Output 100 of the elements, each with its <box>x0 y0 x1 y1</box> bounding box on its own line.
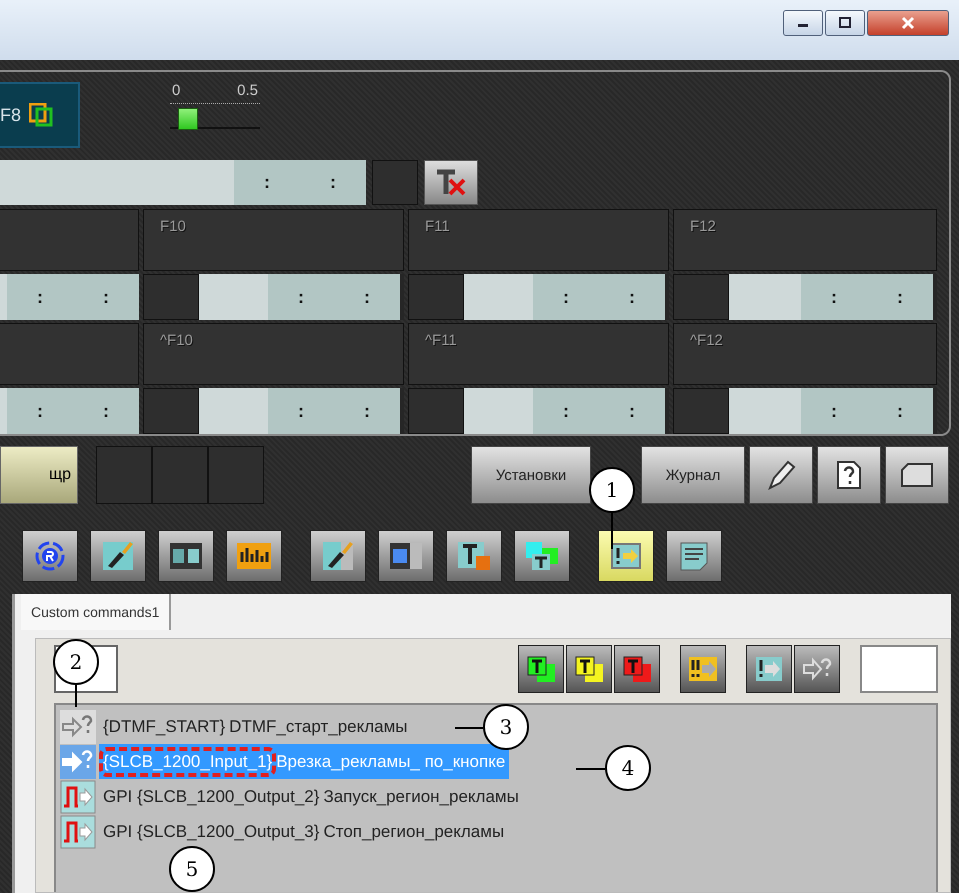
command-name: Запуск_регион_рекламы <box>323 787 519 807</box>
text-delete-icon <box>434 168 468 198</box>
hotkey-cell[interactable]: ^F12 <box>673 323 937 385</box>
indicator-square <box>673 388 729 434</box>
toolbar-button[interactable]: Журнал <box>641 446 745 504</box>
timecode-separator: : <box>37 286 43 308</box>
hotkey-cell[interactable]: ^F10 <box>143 323 404 385</box>
toolbar-button[interactable] <box>226 530 282 582</box>
loop-icon <box>29 103 54 127</box>
pen-icon <box>766 460 796 490</box>
folder-icon <box>900 462 934 488</box>
hotkey-cell[interactable]: F11 <box>408 209 669 271</box>
minimize-button[interactable] <box>783 10 823 36</box>
hotkey-cell[interactable] <box>0 209 139 271</box>
brush-icon <box>320 540 356 572</box>
help-document-icon <box>836 460 862 490</box>
command-code: {DTMF_START} <box>102 716 226 738</box>
indicator-square <box>408 388 464 434</box>
indicator-square <box>673 274 729 320</box>
timecode-separator: : <box>629 400 635 422</box>
hotkey-panel[interactable]: F8 <box>0 82 80 148</box>
timecode-separator: : <box>364 286 370 308</box>
timecode-separator: : <box>37 400 43 422</box>
toolbar-button[interactable] <box>514 530 570 582</box>
maximize-icon <box>838 17 852 29</box>
timecode-separator: : <box>103 400 109 422</box>
tab[interactable]: Custom commands1 <box>21 594 172 630</box>
indicator-square <box>143 388 199 434</box>
command-code: GPI {SLCB_1200_Output_3} <box>102 821 320 843</box>
toolbar-button[interactable]: Установки <box>471 446 591 504</box>
toolbar-button[interactable] <box>158 530 214 582</box>
slider-thumb[interactable] <box>178 108 198 130</box>
command-button[interactable] <box>518 645 564 693</box>
close-icon <box>901 16 915 30</box>
timecode-separator: : <box>897 400 903 422</box>
timecode-separator: : <box>563 286 569 308</box>
clear-text-button[interactable] <box>424 160 478 205</box>
command-name: Врезка_рекламы_ по_кнопке <box>276 752 506 772</box>
indicator-square <box>96 446 152 504</box>
help-button[interactable] <box>817 446 881 504</box>
text-icon <box>525 654 557 684</box>
pen-button[interactable] <box>749 446 813 504</box>
input-field[interactable] <box>860 645 938 693</box>
maximize-button[interactable] <box>825 10 865 36</box>
hotkey-cell[interactable]: F10 <box>143 209 404 271</box>
command-name: DTMF_старт_рекламы <box>229 717 408 737</box>
command-button[interactable] <box>614 645 660 693</box>
timecode-separator: : <box>298 400 304 422</box>
toolbar-button[interactable] <box>310 530 366 582</box>
timecode-separator: : <box>364 400 370 422</box>
command-button[interactable] <box>566 645 612 693</box>
text-icon <box>573 654 605 684</box>
timecode-separator: : <box>103 286 109 308</box>
arrow-box-icon <box>687 654 719 684</box>
leader-line <box>455 727 483 729</box>
hotkey-cell[interactable]: ^F11 <box>408 323 669 385</box>
indicator-square <box>143 274 199 320</box>
command-button[interactable] <box>680 645 726 693</box>
partial-button[interactable]: щр <box>0 446 78 504</box>
command-name: Стоп_регион_рекламы <box>323 822 504 842</box>
brush-icon <box>100 540 136 572</box>
film-icon <box>168 540 204 572</box>
slider-scale-label: 0 <box>172 82 180 99</box>
equalizer-icon <box>236 540 272 572</box>
command-button[interactable] <box>794 645 840 693</box>
toolbar-button[interactable] <box>22 530 78 582</box>
folder-button[interactable] <box>885 446 949 504</box>
timecode-separator: : <box>298 286 304 308</box>
timecode-separator: : <box>831 286 837 308</box>
timecode-separator: : <box>831 400 837 422</box>
hotkey-cell[interactable]: F12 <box>673 209 937 271</box>
text-icon <box>621 654 653 684</box>
close-button[interactable] <box>867 10 949 36</box>
indicator-square <box>152 446 208 504</box>
slider-scale-label: 0.5 <box>237 82 258 99</box>
toolbar-button[interactable] <box>666 530 722 582</box>
toolbar-button[interactable] <box>446 530 502 582</box>
leader-line <box>576 768 605 770</box>
timecode-separator: : <box>264 172 270 194</box>
timecode-separator: : <box>330 172 336 194</box>
hotkey-cell[interactable] <box>0 323 139 385</box>
arrow-box-icon <box>753 654 785 684</box>
timecode-separator: : <box>563 400 569 422</box>
text-icon <box>456 540 492 572</box>
command-button[interactable] <box>746 645 792 693</box>
toolbar-button[interactable] <box>598 530 654 582</box>
hotkey-label: F8 <box>0 104 22 126</box>
leader-line <box>75 685 77 707</box>
command-code: GPI {SLCB_1200_Output_2} <box>102 786 320 808</box>
leader-line <box>611 513 613 549</box>
indicator-square <box>372 160 418 205</box>
toolbar-button[interactable] <box>378 530 434 582</box>
timecode-separator: : <box>629 286 635 308</box>
arrow-box-icon <box>608 540 644 572</box>
indicator-square <box>408 274 464 320</box>
arrow-question-icon <box>60 710 96 744</box>
indicator-square <box>208 446 264 504</box>
toolbar-button[interactable] <box>90 530 146 582</box>
timecode-separator: : <box>897 286 903 308</box>
film-icon <box>388 540 424 572</box>
